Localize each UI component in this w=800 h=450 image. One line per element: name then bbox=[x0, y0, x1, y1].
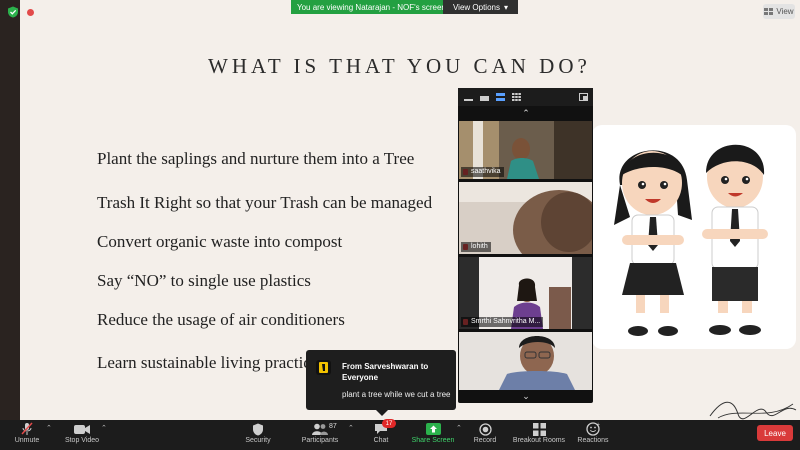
record-icon bbox=[478, 422, 492, 436]
popup-pointer bbox=[376, 410, 388, 416]
ferrari-logo-icon bbox=[319, 362, 328, 373]
unmute-button[interactable]: Unmute bbox=[11, 420, 43, 450]
smiley-icon: + bbox=[586, 422, 600, 436]
share-screen-icon bbox=[425, 423, 441, 435]
pop-out-icon[interactable] bbox=[579, 93, 588, 101]
breakout-rooms-icon bbox=[532, 422, 546, 436]
participant-name: lohith bbox=[461, 242, 491, 252]
record-button[interactable]: Record bbox=[471, 420, 499, 450]
video-camera-icon bbox=[74, 424, 90, 434]
stop-video-button[interactable]: Stop Video bbox=[61, 420, 103, 450]
reactions-button[interactable]: + Reactions bbox=[576, 420, 610, 450]
share-options-caret-icon[interactable]: ⌃ bbox=[456, 424, 462, 432]
slide-bullet: Plant the saplings and nurture them into… bbox=[97, 149, 415, 168]
view-options-button[interactable]: View Options ▾ bbox=[443, 0, 518, 14]
video-gallery-panel[interactable]: ⌃ saathvika lohith Smrthi Sahnvritha M..… bbox=[458, 88, 593, 403]
breakout-rooms-label: Breakout Rooms bbox=[512, 437, 566, 444]
slide-bullet: Reduce the usage of air conditioners bbox=[97, 310, 345, 329]
gallery-view-icon[interactable] bbox=[512, 93, 521, 101]
participant-name: Smrthi Sahnvritha M... bbox=[461, 317, 544, 327]
thumbnail-view-icon[interactable] bbox=[480, 93, 489, 101]
security-button[interactable]: Security bbox=[243, 420, 273, 450]
viewing-banner: You are viewing Natarajan - NOF's screen… bbox=[291, 0, 518, 14]
participant-video-tile[interactable]: Smrthi Sahnvritha M... bbox=[459, 257, 592, 329]
children-illustration bbox=[592, 125, 796, 349]
leave-button[interactable]: Leave bbox=[757, 425, 793, 441]
viewing-text: You are viewing Natarajan - NOF's screen bbox=[291, 0, 446, 14]
scroll-up-chevron-icon[interactable]: ⌃ bbox=[520, 108, 532, 118]
participant-video-icon bbox=[459, 332, 592, 390]
chat-label: Chat bbox=[373, 437, 389, 444]
video-options-caret-icon[interactable]: ⌃ bbox=[101, 424, 107, 432]
microphone-muted-icon bbox=[21, 422, 33, 435]
unmute-label: Unmute bbox=[14, 437, 40, 444]
chevron-down-icon: ▾ bbox=[503, 2, 508, 12]
view-options-label: View Options bbox=[452, 2, 500, 12]
share-screen-button[interactable]: Share Screen bbox=[410, 420, 456, 450]
stop-video-label: Stop Video bbox=[64, 437, 100, 444]
svg-text:+: + bbox=[596, 422, 600, 428]
sender-avatar bbox=[316, 360, 331, 375]
participants-options-caret-icon[interactable]: ⌃ bbox=[348, 424, 354, 432]
minimize-icon[interactable] bbox=[464, 93, 473, 101]
share-screen-label: Share Screen bbox=[411, 437, 455, 444]
security-label: Security bbox=[245, 437, 271, 444]
participant-count: 87 bbox=[329, 423, 337, 430]
view-button[interactable]: View bbox=[763, 4, 795, 19]
view-button-label: View bbox=[776, 7, 794, 16]
record-label: Record bbox=[473, 437, 497, 444]
left-edge-strip bbox=[0, 0, 20, 420]
speaker-view-icon[interactable] bbox=[496, 93, 505, 101]
chat-unread-badge: 17 bbox=[382, 419, 396, 428]
slide-title: WHAT IS THAT YOU CAN DO? bbox=[208, 54, 591, 78]
meeting-toolbar: Unmute ⌃ Stop Video ⌃ Security Participa… bbox=[0, 420, 800, 450]
slide-bullet: Trash It Right so that your Trash can be… bbox=[97, 193, 433, 212]
chat-message: plant a tree while we cut a tree bbox=[342, 390, 451, 399]
slide-bullet: Learn sustainable living practices bbox=[97, 353, 307, 372]
slide-bullet: Say “NO” to single use plastics bbox=[97, 271, 311, 290]
participant-name: saathvika bbox=[461, 167, 504, 177]
reactions-label: Reactions bbox=[577, 437, 609, 444]
slide-bullet: Convert organic waste into compost bbox=[97, 232, 343, 251]
encryption-shield-icon[interactable] bbox=[7, 6, 19, 18]
security-shield-icon bbox=[253, 423, 263, 435]
participants-label: Participants bbox=[301, 437, 339, 444]
grid-view-icon bbox=[764, 8, 774, 15]
girl-figure-icon bbox=[614, 150, 692, 336]
scroll-down-chevron-icon[interactable]: ⌄ bbox=[520, 391, 532, 401]
video-panel-toolbar bbox=[458, 88, 593, 106]
breakout-rooms-button[interactable]: Breakout Rooms bbox=[512, 420, 566, 450]
participant-video-tile[interactable]: lohith bbox=[459, 182, 592, 254]
record-dot-icon bbox=[27, 8, 34, 16]
participant-video-tile[interactable]: saathvika bbox=[459, 121, 592, 179]
participants-icon bbox=[312, 423, 328, 435]
boy-figure-icon bbox=[702, 144, 768, 335]
chat-sender: From Sarveshwaran to Everyone bbox=[342, 362, 429, 382]
recording-indicator[interactable] bbox=[27, 7, 72, 17]
chat-notification-popup[interactable]: From Sarveshwaran to Everyone plant a tr… bbox=[306, 350, 456, 416]
audio-options-caret-icon[interactable]: ⌃ bbox=[46, 424, 52, 432]
signature-scribble bbox=[709, 401, 797, 420]
participant-video-tile[interactable] bbox=[459, 332, 592, 390]
